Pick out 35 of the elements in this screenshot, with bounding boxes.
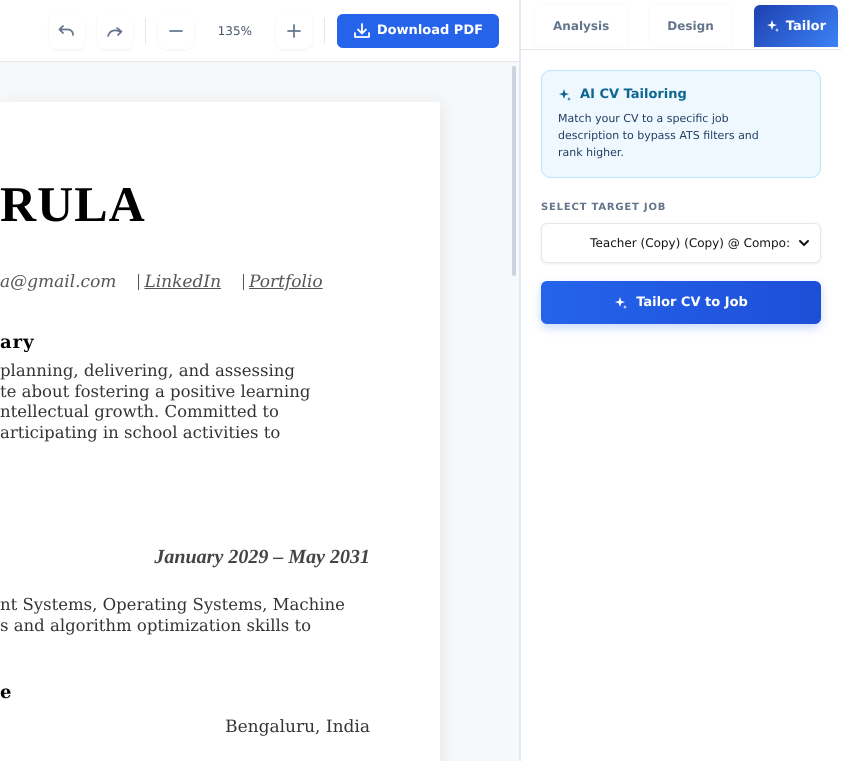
paragraph-line: articipating in school activities to bbox=[0, 423, 282, 444]
paragraph-line: te about fostering a positive learning bbox=[0, 382, 312, 402]
download-icon bbox=[352, 22, 371, 40]
sparkle-icon bbox=[614, 296, 628, 310]
location-text: Bengaluru, India bbox=[224, 717, 370, 738]
minus-icon bbox=[168, 30, 183, 32]
job-select[interactable]: Teacher (Copy) (Copy) @ Compo: bbox=[541, 223, 821, 263]
card-title: AI CV Tailoring bbox=[580, 87, 687, 102]
sparkle-icon bbox=[558, 88, 572, 102]
candidate-name: RULA bbox=[0, 175, 147, 234]
panel-tab[interactable]: Design bbox=[649, 5, 732, 47]
zoom-in-button[interactable] bbox=[276, 12, 312, 48]
paragraph-line: planning, delivering, and assessing bbox=[0, 361, 296, 382]
redo-button[interactable] bbox=[96, 12, 133, 48]
undo-icon bbox=[58, 24, 76, 38]
email-text: a@gmail.com bbox=[0, 272, 116, 292]
profile-link[interactable]: Portfolio bbox=[249, 272, 323, 292]
undo-button[interactable] bbox=[48, 12, 85, 48]
zoom-level: 135% bbox=[216, 24, 253, 38]
section-heading: e bbox=[0, 682, 14, 704]
tailor-cv-button[interactable]: Tailor CV to Job bbox=[541, 281, 821, 324]
download-pdf-button[interactable]: Download PDF bbox=[336, 14, 500, 48]
date-range: January 2029 – May 2031 bbox=[153, 546, 370, 569]
field-label: SELECT TARGET JOB bbox=[541, 202, 668, 213]
paragraph-line: nt Systems, Operating Systems, Machine bbox=[0, 594, 346, 616]
panel-tab[interactable]: Tailor bbox=[754, 5, 838, 47]
chevron-down-icon bbox=[798, 239, 810, 247]
sparkle-icon bbox=[766, 19, 780, 33]
profile-link[interactable]: LinkedIn bbox=[144, 272, 222, 292]
panel-tab[interactable]: Analysis bbox=[535, 5, 628, 47]
section-heading: ary bbox=[0, 332, 36, 353]
card-description: Match your CV to a specific job description to bypass ATS filters and rank higher. bbox=[558, 111, 760, 161]
paragraph-line: ntellectual growth. Committed to bbox=[0, 402, 280, 424]
paragraph-line: s and algorithm optimization skills to bbox=[0, 616, 312, 636]
plus-icon bbox=[286, 24, 301, 38]
